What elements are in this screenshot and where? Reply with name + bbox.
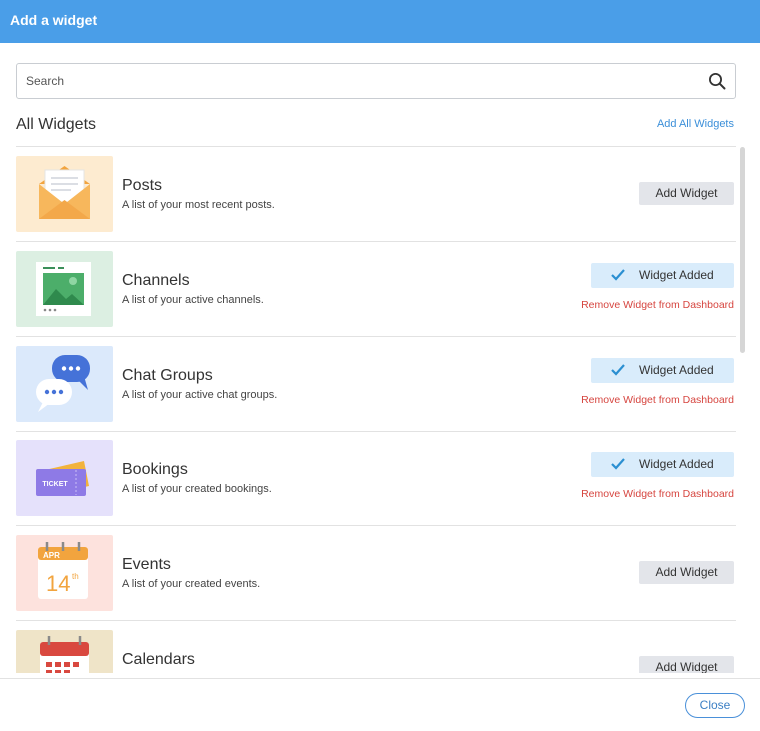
add-all-widgets-link[interactable]: Add All Widgets: [657, 118, 734, 130]
widget-title: Posts: [122, 177, 163, 194]
envelope-icon: [16, 156, 113, 232]
widget-row-calendars: Calendars Add Widget: [16, 621, 736, 673]
widget-added-label: Widget Added: [639, 268, 714, 282]
widget-title: Bookings: [122, 461, 188, 478]
dialog-title: Add a widget: [10, 12, 98, 28]
widget-description: A list of your created events.: [122, 578, 261, 590]
section-title: All Widgets: [16, 116, 97, 133]
search-input[interactable]: [17, 64, 697, 98]
calendar-day-suffix: th: [72, 572, 79, 581]
widget-description: A list of your active chat groups.: [122, 389, 278, 401]
widget-description: A list of your active channels.: [122, 294, 264, 306]
list-scrollbar[interactable]: [740, 147, 745, 353]
remove-widget-link[interactable]: Remove Widget from Dashboard: [581, 488, 734, 500]
check-icon: [611, 269, 625, 281]
widget-row-bookings: TICKET Bookings A list of your created b…: [16, 431, 736, 526]
calendar-date-icon: APR 14 th: [16, 535, 113, 611]
widget-list: Posts A list of your most recent posts. …: [16, 146, 736, 673]
widget-added-button[interactable]: Widget Added: [591, 263, 734, 288]
calendar-day-text: 14: [46, 571, 70, 596]
widget-title: Events: [122, 556, 171, 573]
widget-row-events: APR 14 th Events A list of your created …: [16, 526, 736, 621]
widget-row-posts: Posts A list of your most recent posts. …: [16, 147, 736, 242]
widget-description: A list of your created bookings.: [122, 483, 272, 495]
dialog-header: Add a widget: [0, 0, 760, 43]
widget-row-chat-groups: Chat Groups A list of your active chat g…: [16, 337, 736, 432]
check-icon: [611, 458, 625, 470]
ticket-icon: TICKET: [16, 440, 113, 516]
add-widget-button[interactable]: Add Widget: [639, 182, 734, 205]
remove-widget-link[interactable]: Remove Widget from Dashboard: [581, 299, 734, 311]
chat-bubbles-icon: [16, 346, 113, 422]
widget-added-button[interactable]: Widget Added: [591, 358, 734, 383]
widget-title: Chat Groups: [122, 367, 213, 384]
add-widget-button[interactable]: Add Widget: [639, 656, 734, 673]
widget-title: Channels: [122, 272, 190, 289]
search-icon[interactable]: [708, 72, 726, 90]
widget-row-channels: Channels A list of your active channels.…: [16, 242, 736, 337]
image-card-icon: [16, 251, 113, 327]
close-button[interactable]: Close: [685, 693, 745, 718]
widget-added-label: Widget Added: [639, 457, 714, 471]
check-icon: [611, 364, 625, 376]
add-widget-button[interactable]: Add Widget: [639, 561, 734, 584]
widget-added-label: Widget Added: [639, 363, 714, 377]
widget-added-button[interactable]: Widget Added: [591, 452, 734, 477]
remove-widget-link[interactable]: Remove Widget from Dashboard: [581, 394, 734, 406]
calendar-month-text: APR: [43, 551, 60, 560]
widget-title: Calendars: [122, 651, 195, 668]
dialog-footer: Close: [0, 678, 760, 731]
search-box[interactable]: [16, 63, 736, 99]
calendar-icon: [16, 630, 113, 673]
widget-description: A list of your most recent posts.: [122, 199, 275, 211]
ticket-text: TICKET: [42, 481, 68, 488]
